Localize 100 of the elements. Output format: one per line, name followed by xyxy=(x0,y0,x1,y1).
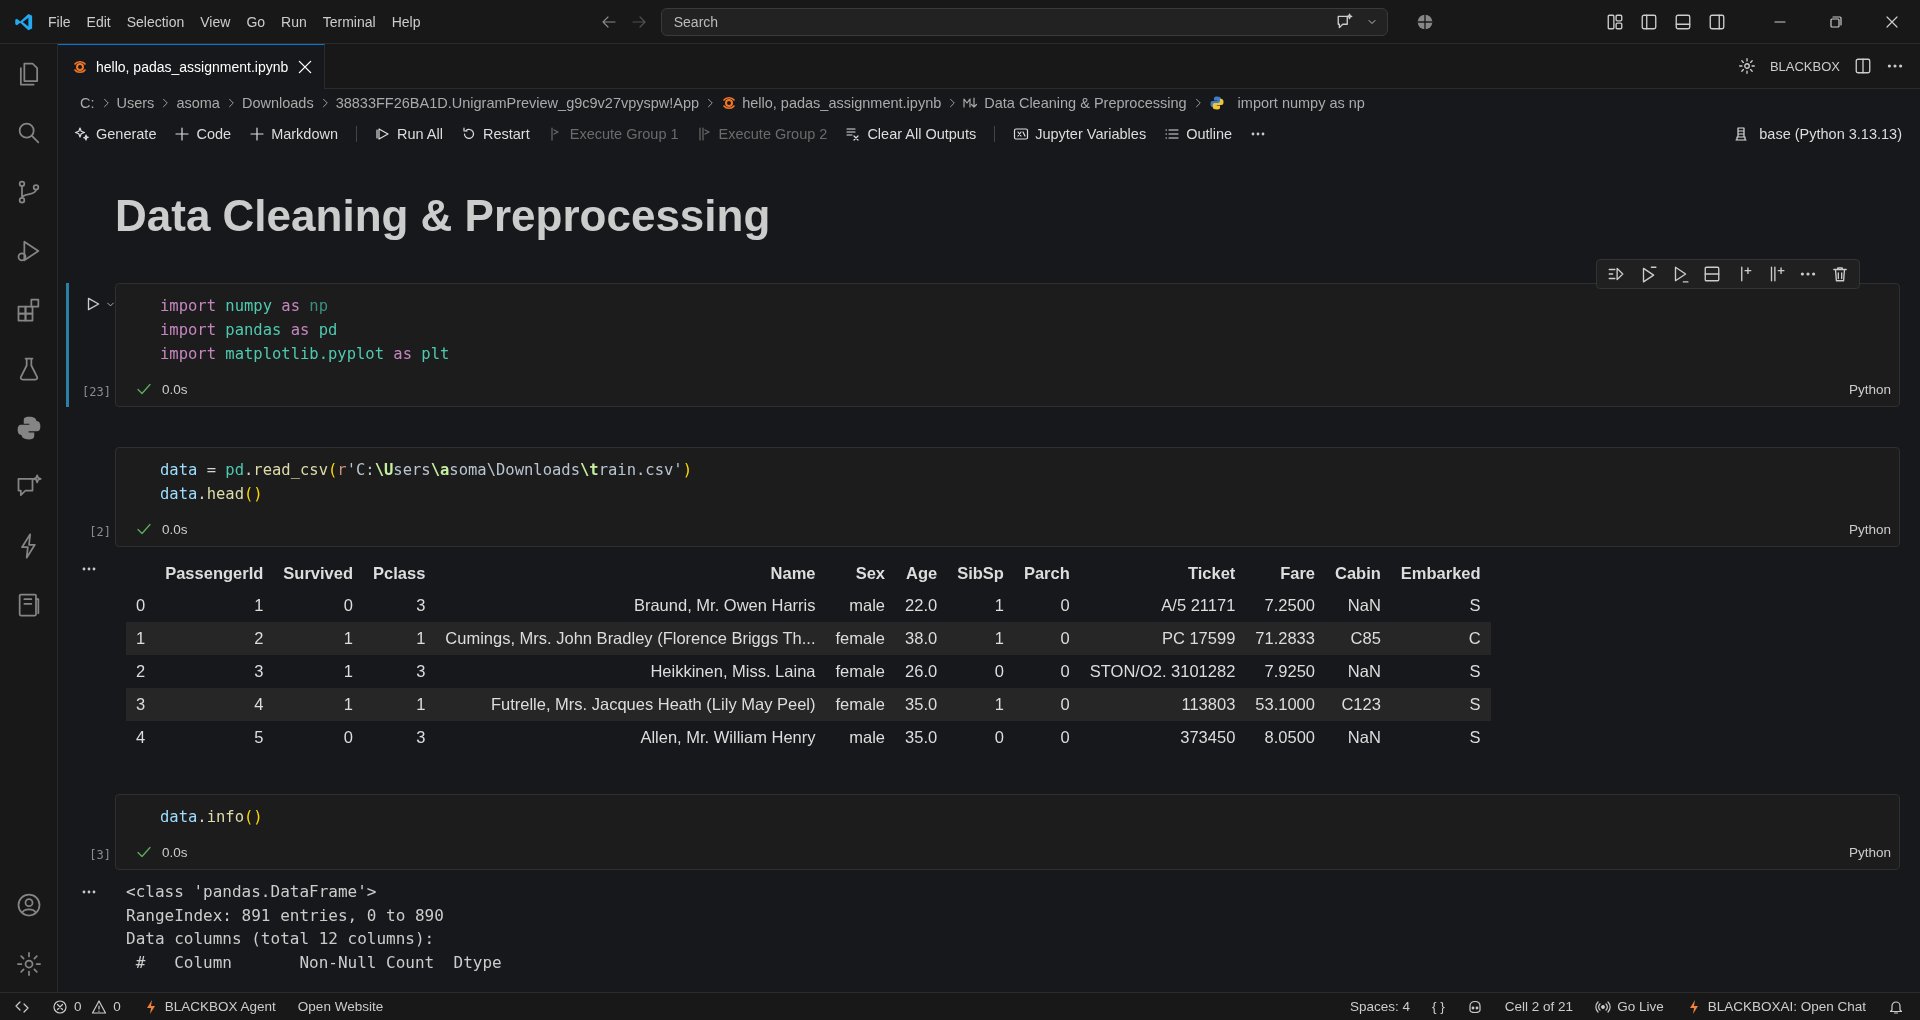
code-line: data.info() xyxy=(160,807,264,828)
execution-count: [23] xyxy=(82,385,111,399)
run-duration: 0.0s xyxy=(162,844,188,860)
sidebar-left-icon[interactable] xyxy=(1640,12,1658,31)
breadcrumb-item[interactable]: Users xyxy=(116,95,155,111)
restore-icon[interactable] xyxy=(1828,13,1844,30)
table-cell: 3 xyxy=(363,589,436,622)
code-cell[interactable]: data = pd.read_csv(r'C:\Users\asoma\Downloads\train.csv') data.head() 0.0s Python xyxy=(115,447,1900,547)
table-cell: Braund, Mr. Owen Harris xyxy=(435,589,826,622)
table-cell: PC 17599 xyxy=(1079,622,1246,655)
split-cell-icon[interactable] xyxy=(1703,265,1721,283)
kernel-picker[interactable]: base (Python 3.13.13) xyxy=(1733,126,1902,142)
output-line: # Column Non-Null Count Dtype xyxy=(134,951,503,974)
table-cell: 38.0 xyxy=(895,622,948,655)
status-item[interactable]: BLACKBOXAI: Open Chat xyxy=(1685,998,1866,1015)
sparkle-icon[interactable] xyxy=(74,126,90,142)
variables-icon[interactable] xyxy=(1013,126,1030,142)
chat-sparkle-icon[interactable] xyxy=(1335,12,1354,31)
status-item[interactable]: Spaces: 4 xyxy=(1350,999,1411,1014)
copilot-icon[interactable] xyxy=(1466,998,1483,1015)
plus-icon[interactable] xyxy=(249,126,266,142)
trash-icon[interactable] xyxy=(1831,265,1849,283)
column-header: Cabin xyxy=(1334,562,1382,584)
execution-count: [3] xyxy=(89,848,111,862)
code-cell[interactable]: import numpy as np import pandas as pd import matplotlib.pyplot as plt 0.0s Python xyxy=(115,283,1900,407)
code-cell[interactable]: data.info() 0.0s Python xyxy=(115,794,1900,870)
sidebar-right-icon[interactable] xyxy=(1708,12,1726,31)
breadcrumb-item[interactable]: import numpy as np xyxy=(1237,95,1365,111)
status-item[interactable]: { } xyxy=(1432,999,1445,1014)
breadcrumb-item[interactable]: asoma xyxy=(176,95,220,111)
table-cell: Allen, Mr. William Henry xyxy=(435,721,826,754)
settings-icon[interactable] xyxy=(14,950,43,978)
status-item[interactable]: Go Live xyxy=(1595,998,1664,1015)
output-line: Data columns (total 12 columns): xyxy=(126,928,436,950)
toolbar-button[interactable]: Jupyter Variables xyxy=(994,126,1147,142)
menu-item[interactable]: View xyxy=(192,9,239,34)
layout-icon[interactable] xyxy=(1606,12,1624,31)
check-icon[interactable] xyxy=(136,844,152,860)
menu-item[interactable]: Edit xyxy=(78,9,119,34)
check-icon[interactable] xyxy=(136,521,152,537)
table-cell: NaN xyxy=(1325,655,1391,688)
language-label[interactable]: Python xyxy=(1848,521,1891,537)
breadcrumb-item[interactable]: hello, padas_assignment.ipynb xyxy=(742,95,942,111)
circle-icon[interactable] xyxy=(1415,12,1434,31)
vscode-logo-icon[interactable] xyxy=(14,11,34,32)
column-header: Age xyxy=(905,562,939,584)
status-item[interactable]: Cell 2 of 21 xyxy=(1504,999,1574,1014)
table-cell: C85 xyxy=(1325,622,1391,655)
menu-item[interactable]: File xyxy=(40,9,79,34)
toolbar-button[interactable]: Outline xyxy=(1164,126,1233,142)
toolbar-button[interactable]: Generate xyxy=(74,126,157,142)
split-editor-icon[interactable] xyxy=(1854,57,1872,75)
column-header: Parch xyxy=(1022,562,1071,584)
table-cell: C123 xyxy=(1325,688,1391,721)
problems-indicator[interactable]: 0 0 xyxy=(52,998,121,1015)
restart-icon[interactable] xyxy=(461,126,477,142)
warning-icon xyxy=(91,998,108,1015)
breadcrumb-item[interactable]: Downloads xyxy=(241,95,314,111)
menu-item[interactable]: Selection xyxy=(118,9,193,34)
check-icon[interactable] xyxy=(136,381,152,397)
menu-item[interactable]: Go xyxy=(238,9,274,34)
table-cell: 1 xyxy=(363,622,436,655)
panel-icon[interactable] xyxy=(1674,12,1692,31)
menu-item[interactable]: Help xyxy=(383,9,429,34)
table-cell: male xyxy=(825,721,896,754)
language-label[interactable]: Python xyxy=(1848,381,1891,397)
column-header: Fare xyxy=(1279,562,1316,584)
status-item[interactable]: BLACKBOX Agent xyxy=(142,998,276,1015)
toolbar-button[interactable]: Code xyxy=(174,126,232,142)
code-line: data.head() xyxy=(160,484,264,505)
table-cell: 0 xyxy=(273,721,364,754)
table-cell: 0 xyxy=(947,655,1014,688)
toolbar-button[interactable]: Run All xyxy=(356,126,443,142)
menu-item[interactable]: Run xyxy=(273,9,315,34)
run-by-line-icon[interactable] xyxy=(1607,265,1625,283)
toolbar-button[interactable]: Restart xyxy=(461,126,530,142)
extension-label[interactable]: BLACKBOX xyxy=(1769,58,1840,74)
breadcrumb-item[interactable]: C: xyxy=(80,95,95,111)
table-cell: 0 xyxy=(1013,721,1080,754)
search-field[interactable]: Search xyxy=(660,7,1388,36)
toolbar-button[interactable]: Clear All Outputs xyxy=(845,126,977,142)
bell-icon[interactable] xyxy=(1888,998,1904,1015)
settings-icon[interactable] xyxy=(1737,57,1756,75)
editor-tab[interactable]: hello, padas_assignment.ipynb xyxy=(58,44,326,89)
language-label[interactable]: Python xyxy=(1848,844,1891,860)
plus-icon[interactable] xyxy=(174,126,191,142)
menu-item[interactable]: Terminal xyxy=(314,9,384,34)
table-cell: 1 xyxy=(947,622,1014,655)
list-icon[interactable] xyxy=(1164,126,1181,142)
breadcrumb-item[interactable]: Data Cleaning & Preprocessing xyxy=(984,95,1187,111)
table-cell: female xyxy=(825,655,896,688)
breadcrumb-item[interactable]: 38833FF26BA1D.UnigramPreview_g9c9v27vpyspw!App xyxy=(335,95,700,111)
status-item[interactable]: Open Website xyxy=(297,999,384,1014)
output-line: RangeIndex: 891 entries, 0 to 890 xyxy=(126,904,445,927)
table-cell: 4 xyxy=(155,688,274,721)
table-cell: S xyxy=(1390,655,1491,688)
toolbar-button[interactable]: Markdown xyxy=(249,126,339,142)
table-cell: 3 xyxy=(363,721,436,754)
column-header: PassengerId xyxy=(164,562,265,584)
table-cell: 1 xyxy=(947,589,1014,622)
